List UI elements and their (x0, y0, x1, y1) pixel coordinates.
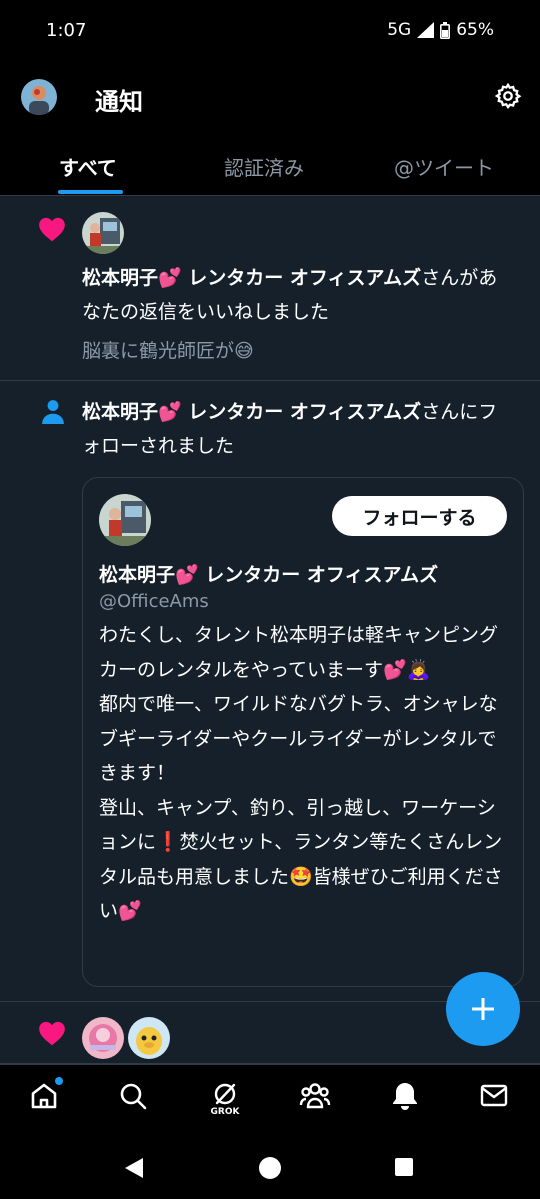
notification-text: 松本明子💕 レンタカー オフィスアムズさんにフォローされました (82, 395, 512, 463)
mail-icon (480, 1084, 508, 1107)
battery-icon (440, 21, 451, 39)
unread-dot (55, 1077, 63, 1085)
active-tab-indicator (58, 190, 123, 194)
profile-name: 松本明子💕 レンタカー オフィスアムズ (99, 564, 439, 586)
back-icon[interactable] (123, 1156, 145, 1180)
network-label: 5G (387, 20, 412, 40)
nav-notifications[interactable] (388, 1081, 422, 1121)
tab-all[interactable]: すべて (59, 152, 117, 181)
signal-icon (417, 22, 435, 38)
nav-home[interactable] (27, 1077, 63, 1121)
page-title: 通知 (95, 88, 143, 116)
home-icon (31, 1083, 57, 1109)
battery-percent: 65% (456, 20, 494, 40)
status-time: 1:07 (46, 20, 87, 41)
grok-label: GROK (210, 1107, 240, 1117)
bell-icon (393, 1083, 417, 1110)
profile-avatar[interactable] (99, 494, 151, 546)
notification-text: 松本明子💕 レンタカー オフィスアムズさんがあなたの返信をいいねしました (82, 261, 512, 329)
user-name: 松本明子💕 レンタカー オフィスアムズ (82, 401, 422, 423)
notification-item[interactable]: 松本明子💕 レンタカー オフィスアムズさんがあなたの返信をいいねしました 脳裏に… (0, 197, 540, 381)
heart-icon (39, 217, 65, 242)
home-circle-icon[interactable] (259, 1157, 281, 1179)
notification-item[interactable]: 松本明子💕 レンタカー オフィスアムズさんにフォローされました フォローする 松… (0, 381, 540, 1002)
recents-icon[interactable] (395, 1158, 413, 1176)
system-nav-bar (0, 1136, 540, 1199)
follow-button[interactable]: フォローする (332, 496, 507, 536)
search-icon (120, 1083, 147, 1110)
grok-icon (214, 1083, 236, 1105)
user-name: 松本明子💕 レンタカー オフィスアムズ (82, 267, 422, 289)
person-icon (42, 400, 64, 424)
status-bar: 1:07 5G 65% (0, 0, 540, 62)
user-avatar[interactable] (128, 1017, 170, 1059)
plus-icon (472, 998, 494, 1020)
profile-handle: @OfficeAms (99, 591, 209, 612)
nav-messages[interactable] (477, 1081, 511, 1121)
nav-search[interactable] (116, 1081, 150, 1121)
nav-communities[interactable] (298, 1081, 332, 1121)
quoted-reply: 脳裏に鶴光師匠が😅 (82, 340, 254, 362)
gear-icon[interactable] (494, 82, 522, 110)
tab-mentions[interactable]: @ツイート (394, 152, 494, 181)
user-avatar[interactable] (82, 1017, 124, 1059)
heart-icon (39, 1021, 65, 1046)
bottom-nav: GROK (0, 1064, 540, 1136)
app-header: 通知 (0, 62, 540, 134)
user-avatar[interactable] (82, 212, 124, 254)
communities-icon (299, 1083, 331, 1109)
notification-tabs: すべて 認証済み @ツイート (0, 134, 540, 196)
nav-grok[interactable]: GROK (208, 1081, 242, 1121)
tab-verified[interactable]: 認証済み (224, 152, 304, 181)
avatar[interactable] (21, 79, 57, 115)
status-indicators: 5G 65% (387, 20, 494, 40)
compose-button[interactable] (446, 972, 520, 1046)
profile-card[interactable]: フォローする 松本明子💕 レンタカー オフィスアムズ @OfficeAms わた… (82, 477, 524, 987)
profile-bio: わたくし、タレント松本明子は軽キャンピングカーのレンタルをやっていまーす💕🙇‍♀… (99, 624, 503, 922)
